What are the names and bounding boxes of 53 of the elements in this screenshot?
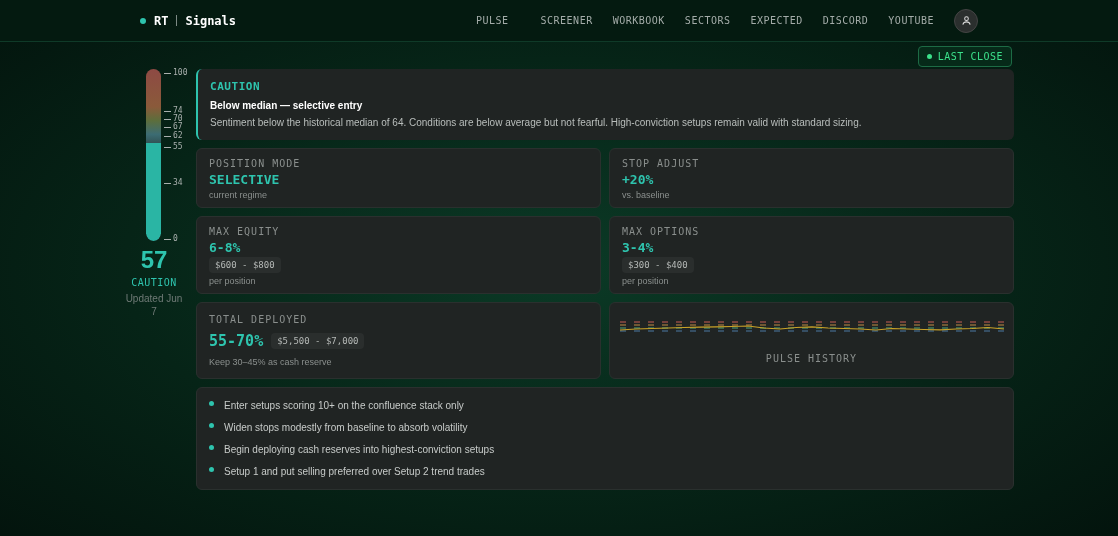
metric-label: MAX OPTIONS bbox=[622, 224, 700, 238]
user-icon bbox=[960, 15, 972, 26]
brand-logo[interactable]: RT bbox=[154, 11, 169, 30]
nav-link[interactable]: DISCORD bbox=[822, 13, 869, 28]
metric-value: SELECTIVE bbox=[209, 171, 280, 187]
profile-button[interactable] bbox=[954, 8, 978, 33]
nav-link[interactable]: SECTORS bbox=[684, 13, 731, 28]
page-title: Signals bbox=[185, 12, 237, 30]
nav-link[interactable]: SCREENER bbox=[540, 13, 593, 28]
metric-label: POSITION MODE bbox=[209, 156, 301, 170]
gauge-tick-label: 0 bbox=[173, 235, 178, 243]
range-tag: $5,500 - $7,000 bbox=[271, 332, 365, 349]
metric-caption: vs. baseline bbox=[622, 188, 670, 201]
range-tag: $600 - $800 bbox=[209, 256, 281, 273]
gauge-tick-label: 62 bbox=[173, 132, 183, 140]
metric-caption: current regime bbox=[209, 188, 268, 201]
metric-value: 3-4% bbox=[622, 239, 654, 255]
metric-label: MAX EQUITY bbox=[209, 224, 280, 238]
nav-link[interactable]: PULSE bbox=[475, 13, 509, 28]
metric-value: 55-70% bbox=[209, 331, 264, 350]
gauge-reading: 57 bbox=[140, 245, 168, 275]
metric-value: +20% bbox=[622, 171, 654, 187]
gauge-zone: CAUTION bbox=[131, 276, 177, 290]
nav-link[interactable]: WORKBOOK bbox=[612, 13, 665, 28]
nav-link[interactable]: EXPECTED bbox=[750, 13, 803, 28]
alert-text: Sentiment below the historical median of 64. Conditions are below average but not fearful. High-conviction setups remain valid with standard sizing. bbox=[210, 115, 862, 130]
bullet-icon bbox=[209, 444, 214, 450]
gauge-tick-label: 70 bbox=[173, 115, 183, 123]
range-tag: $300 - $400 bbox=[622, 256, 694, 273]
bullet-icon bbox=[209, 466, 214, 472]
nav-link[interactable]: YOUTUBE bbox=[888, 13, 934, 28]
metric-label: TOTAL DEPLOYED bbox=[209, 312, 308, 326]
updated-text: Updated Jun 7 bbox=[124, 292, 184, 318]
metric-caption: per position bbox=[209, 274, 256, 287]
rule-text: Widen stops modestly from baseline to absorb volatility bbox=[224, 420, 468, 435]
chart-caption: PULSE HISTORY bbox=[765, 351, 858, 366]
metric-value: 6-8% bbox=[209, 239, 241, 255]
alert-title: CAUTION bbox=[210, 79, 261, 95]
gauge-tick-label: 100 bbox=[173, 69, 188, 77]
gauge-tick-label: 67 bbox=[173, 123, 183, 131]
rule-text: Enter setups scoring 10+ on the confluence stack only bbox=[224, 398, 464, 413]
badge-label: LAST CLOSE bbox=[937, 50, 1003, 64]
bullet-icon bbox=[209, 422, 214, 428]
metric-caption: per position bbox=[622, 274, 669, 287]
gauge-tick-label: 74 bbox=[173, 107, 183, 115]
bullet-icon bbox=[209, 400, 214, 406]
gauge-tick-label: 55 bbox=[173, 143, 183, 151]
rule-text: Setup 1 and put selling preferred over Setup 2 trend trades bbox=[224, 464, 485, 479]
gauge-tick-label: 34 bbox=[173, 179, 183, 187]
metric-caption: Keep 30–45% as cash reserve bbox=[209, 355, 332, 368]
metric-label: STOP ADJUST bbox=[622, 156, 700, 170]
alert-subtitle: Below median — selective entry bbox=[210, 98, 363, 113]
rule-text: Begin deploying cash reserves into highest-conviction setups bbox=[224, 442, 495, 457]
